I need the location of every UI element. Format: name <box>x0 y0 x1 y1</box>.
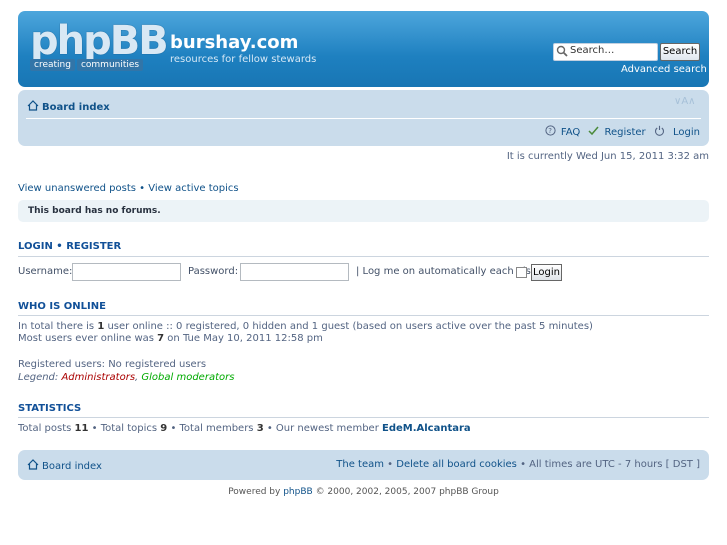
view-unanswered-link[interactable]: View unanswered posts <box>18 183 136 194</box>
stat-posts-label: Total posts <box>18 423 75 434</box>
delete-cookies-link[interactable]: Delete all board cookies <box>396 459 517 470</box>
login-section-title: Login • Register <box>18 241 121 252</box>
stat-members-label: • Total members <box>167 423 257 434</box>
view-active-link[interactable]: View active topics <box>148 183 238 194</box>
statistics-text: Total posts 11 • Total topics 9 • Total … <box>18 423 471 435</box>
logo-wordmark: phpBB <box>30 18 169 64</box>
logo-tag-communities: communities <box>76 59 144 71</box>
login-heading-link[interactable]: Login <box>18 241 53 252</box>
search-input[interactable]: Search… <box>553 43 658 61</box>
logo-tagline: creating communities <box>30 59 145 71</box>
username-label: Username: <box>18 266 73 277</box>
footer-navbar: Board index The team • Delete all board … <box>18 450 709 480</box>
copyright-prefix: Powered by <box>228 487 284 497</box>
breadcrumb[interactable]: Board index <box>27 100 110 113</box>
search-button[interactable]: Search <box>660 43 700 61</box>
online-line1-a: In total there is <box>18 321 98 332</box>
legend-label: Legend: <box>18 372 62 383</box>
newest-member-link[interactable]: EdeM.Alcantara <box>382 423 471 434</box>
copyright: Powered by phpBB © 2000, 2002, 2005, 200… <box>0 487 727 497</box>
register-link[interactable]: Register <box>588 126 646 138</box>
faq-icon: ? <box>545 125 556 136</box>
login-button[interactable]: Login <box>531 264 562 281</box>
stat-newest-label: • Our newest member <box>263 423 382 434</box>
stat-members: 3 <box>256 423 264 434</box>
navbar-divider <box>26 118 701 119</box>
autologin-checkbox[interactable] <box>516 267 527 278</box>
current-time: It is currently Wed Jun 15, 2011 3:32 am <box>506 151 709 162</box>
statistics-section-title: Statistics <box>18 403 82 414</box>
registered-users-text: Registered users: No registered users <box>18 359 207 370</box>
login-link[interactable]: Login <box>654 125 700 138</box>
register-label: Register <box>604 127 646 138</box>
navbar: Board index ∨A∧ ? FAQ Register Login <box>18 90 709 146</box>
advanced-search-link[interactable]: Advanced search <box>621 64 707 75</box>
home-icon <box>27 459 39 470</box>
stat-posts: 11 <box>74 423 89 434</box>
footer-board-index-link[interactable]: Board index <box>42 461 102 472</box>
online-line2-a: Most users ever online was <box>18 333 158 344</box>
login-heading-sep: • <box>52 241 67 252</box>
online-total-text: In total there is 1 user online :: 0 reg… <box>18 321 593 333</box>
board-index-link[interactable]: Board index <box>42 102 110 113</box>
register-heading-link[interactable]: Register <box>66 241 121 252</box>
site-description: resources for fellow stewards <box>170 54 317 65</box>
legend: Legend: Administrators, Global moderator… <box>18 372 234 384</box>
footer-sep: • <box>384 459 397 470</box>
autologin-label: | Log me on automatically each visit <box>356 266 538 277</box>
power-icon <box>654 125 664 136</box>
search-icon <box>556 45 568 57</box>
home-icon <box>27 100 39 111</box>
user-links: ? FAQ Register Login <box>540 125 700 138</box>
search-placeholder: Search… <box>570 45 615 56</box>
team-link[interactable]: The team <box>336 459 384 470</box>
legend-global-moderators-link[interactable]: Global moderators <box>141 372 234 383</box>
no-forums-notice: This board has no forums. <box>18 200 709 222</box>
faq-label: FAQ <box>560 127 581 138</box>
faq-link[interactable]: ? FAQ <box>545 125 581 138</box>
footer-breadcrumb[interactable]: Board index <box>27 459 102 472</box>
online-section-divider <box>18 315 709 316</box>
logo-tag-creating: creating <box>30 59 75 71</box>
stat-topics-label: • Total topics <box>88 423 161 434</box>
search-links-separator: • <box>135 183 149 194</box>
font-size-toggle[interactable]: ∨A∧ <box>674 96 695 107</box>
search-links: View unanswered posts • View active topi… <box>18 183 239 194</box>
online-line1-b: user online :: 0 registered, 0 hidden an… <box>104 321 593 332</box>
login-label: Login <box>673 127 700 138</box>
phpbb-logo[interactable]: phpBB creating communities <box>30 21 169 77</box>
timezone-text: • All times are UTC - 7 hours [ DST ] <box>516 459 700 470</box>
online-record-text: Most users ever online was 7 on Tue May … <box>18 333 323 345</box>
username-field[interactable] <box>72 263 181 281</box>
footer-links: The team • Delete all board cookies • Al… <box>336 459 700 470</box>
site-title[interactable]: burshay.com <box>170 32 298 53</box>
site-header: phpBB creating communities burshay.com re… <box>18 11 709 87</box>
phpbb-link[interactable]: phpBB <box>283 487 312 497</box>
register-icon <box>588 126 600 136</box>
legend-administrators-link[interactable]: Administrators <box>61 372 135 383</box>
password-field[interactable] <box>240 263 349 281</box>
copyright-suffix: © 2000, 2002, 2005, 2007 phpBB Group <box>312 487 499 497</box>
login-section-divider <box>18 256 709 257</box>
online-section-title: Who is online <box>18 301 106 312</box>
online-line2-b: on Tue May 10, 2011 12:58 pm <box>164 333 323 344</box>
svg-text:?: ? <box>548 127 552 135</box>
password-label: Password: <box>188 266 239 277</box>
statistics-section-divider <box>18 417 709 418</box>
